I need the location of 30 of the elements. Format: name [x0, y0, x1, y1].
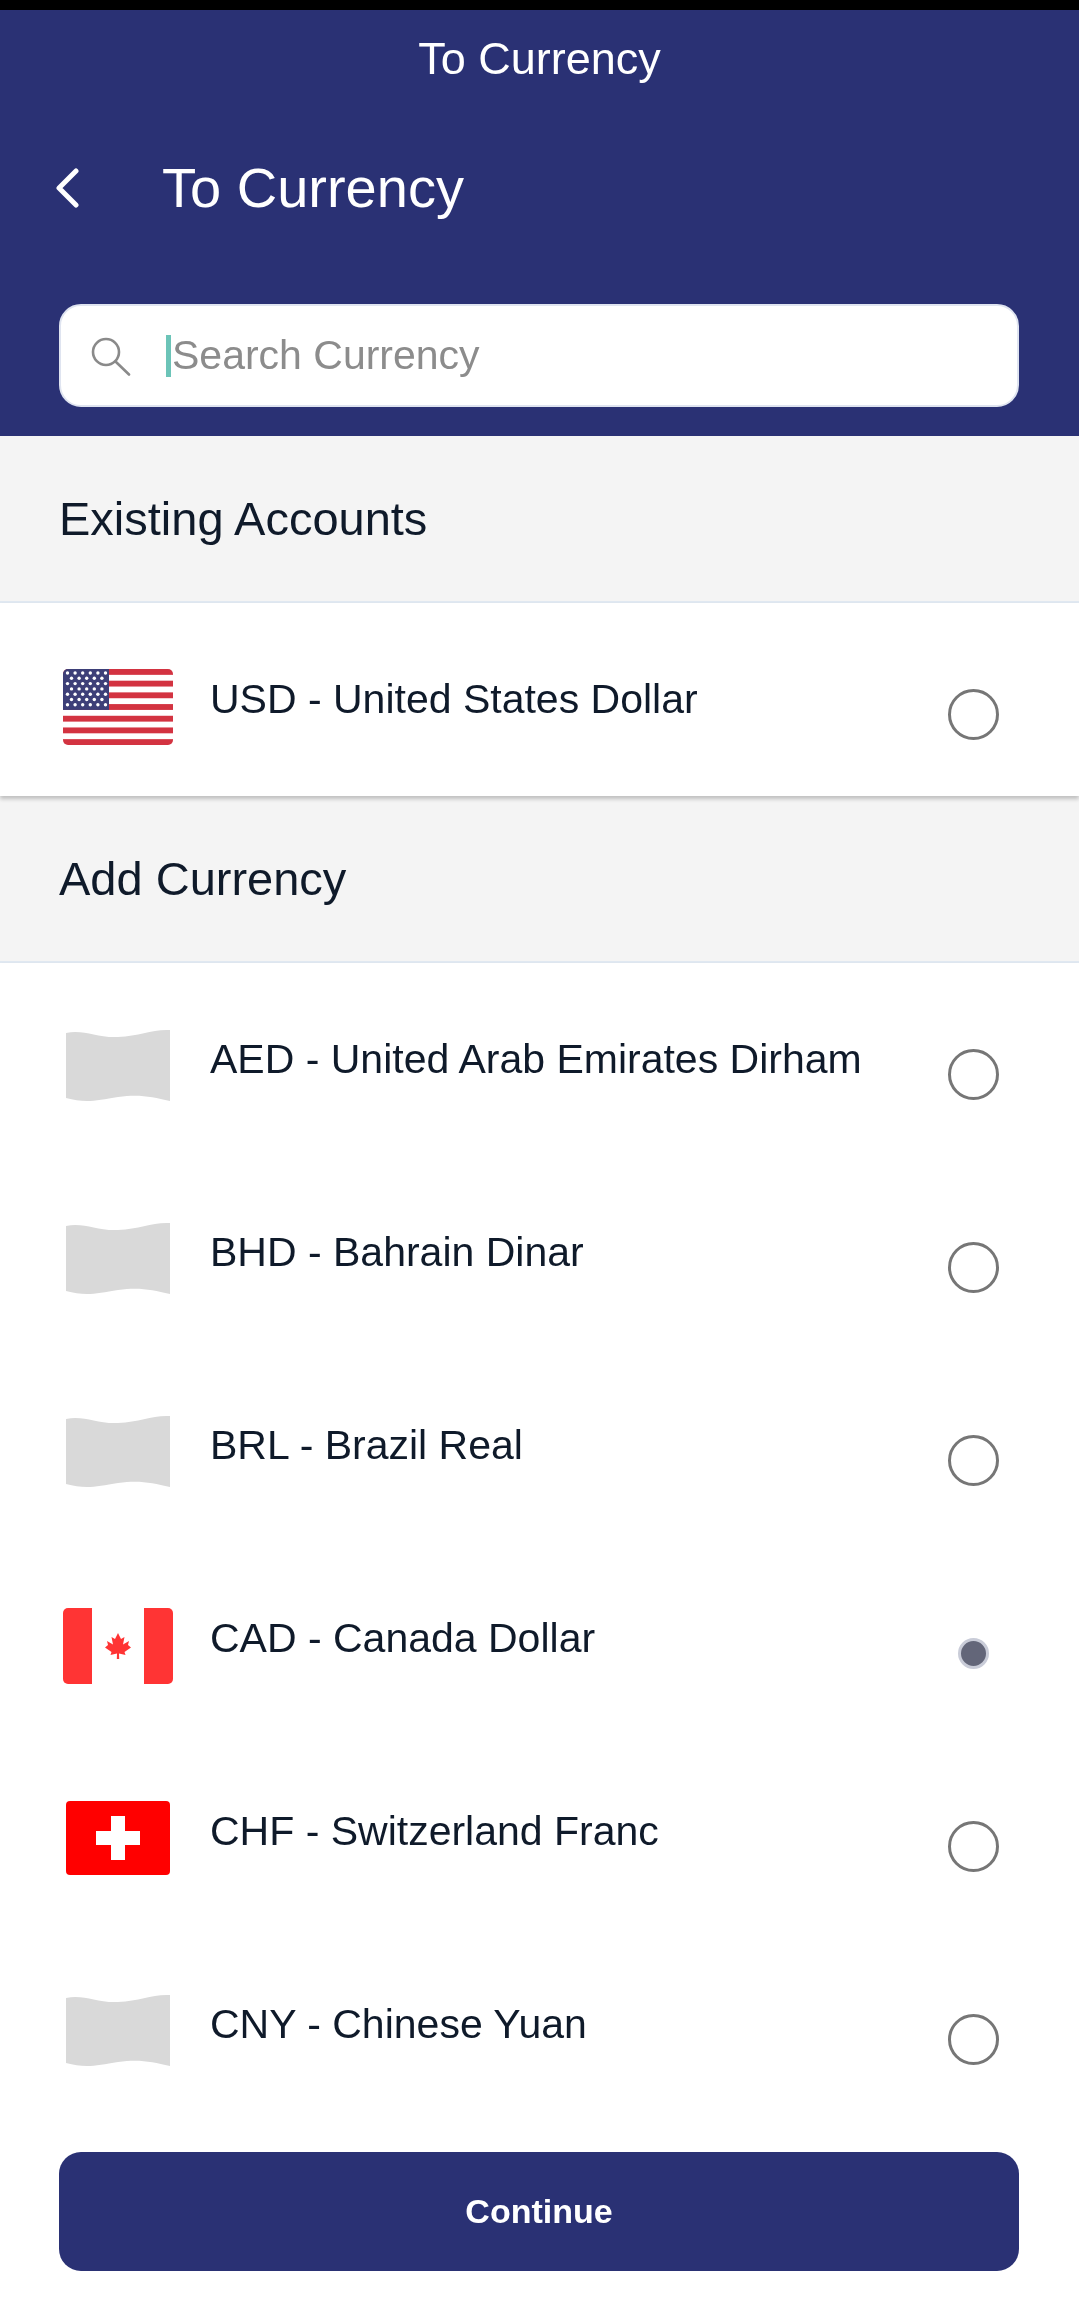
- search-icon: [89, 336, 131, 376]
- back-icon[interactable]: [54, 168, 80, 208]
- currency-label: CAD - Canada Dollar: [210, 1614, 596, 1663]
- currency-label: BRL - Brazil Real: [210, 1421, 523, 1470]
- continue-button[interactable]: Continue: [59, 2152, 1019, 2271]
- us-flag-icon: [63, 669, 173, 745]
- radio-button[interactable]: [958, 1638, 989, 1669]
- currency-label: CNY - Chinese Yuan: [210, 2000, 587, 2049]
- currency-label: BHD - Bahrain Dinar: [210, 1228, 584, 1277]
- canada-flag-icon: [63, 1608, 173, 1684]
- radio-button[interactable]: [948, 1435, 999, 1486]
- radio-button[interactable]: [948, 2014, 999, 2065]
- window-title: To Currency: [418, 32, 661, 86]
- currency-label: CHF - Switzerland Franc: [210, 1807, 659, 1856]
- flag-placeholder-icon: [66, 1029, 170, 1103]
- text-cursor-icon: [166, 335, 171, 377]
- radio-button[interactable]: [948, 1049, 999, 1100]
- section-header: Existing Accounts: [0, 436, 1079, 603]
- currency-label: USD - United States Dollar: [210, 675, 698, 724]
- section-header: Add Currency: [0, 796, 1079, 963]
- flag-placeholder-icon: [66, 1994, 170, 2068]
- swiss-flag-icon: [66, 1801, 170, 1875]
- flag-placeholder-icon: [66, 1415, 170, 1489]
- flag-placeholder-icon: [66, 1222, 170, 1296]
- radio-button[interactable]: [948, 1821, 999, 1872]
- radio-button[interactable]: [948, 689, 999, 740]
- radio-button[interactable]: [948, 1242, 999, 1293]
- currency-label: AED - United Arab Emirates Dirham: [210, 1035, 862, 1084]
- page-title: To Currency: [162, 155, 464, 222]
- search-field[interactable]: Search Currency: [59, 304, 1019, 407]
